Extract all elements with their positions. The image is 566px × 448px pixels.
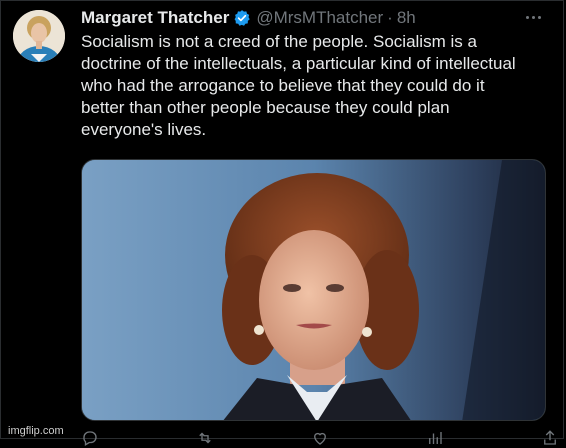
tweet-actions: [81, 428, 559, 448]
tweet-text-line: Socialism is not a creed of the people. …: [81, 32, 477, 51]
tweet-photo[interactable]: [81, 159, 546, 421]
portrait-photo: [82, 160, 545, 420]
author-name[interactable]: Margaret Thatcher: [81, 6, 229, 30]
post-time[interactable]: 8h: [397, 6, 416, 30]
author-avatar[interactable]: [13, 10, 65, 62]
verified-badge-icon: [233, 9, 251, 27]
tweet-header: Margaret Thatcher @MrsMThatcher · 8h: [81, 6, 416, 30]
retweet-icon: [199, 432, 211, 444]
reply-icon: [83, 431, 97, 446]
more-options-icon[interactable]: [522, 9, 544, 25]
tweet-text: Socialism is not a creed of the people. …: [81, 31, 559, 141]
views-icon: [429, 432, 442, 444]
tweet-text-line: everyone's lives.: [81, 120, 207, 139]
share-button[interactable]: [541, 428, 559, 448]
separator-dot: ·: [387, 8, 393, 27]
like-button[interactable]: [311, 428, 329, 448]
share-icon: [544, 430, 556, 445]
tweet-text-line: doctrine of the intellectuals, a particu…: [81, 54, 516, 73]
tweet-text-line: who had the arrogance to believe that th…: [81, 76, 485, 95]
views-button[interactable]: [426, 428, 444, 448]
avatar-portrait: [13, 10, 65, 62]
like-icon: [314, 432, 326, 445]
retweet-button[interactable]: [196, 428, 214, 448]
author-handle[interactable]: @MrsMThatcher: [256, 6, 383, 30]
tweet-text-line: better than other people because they co…: [81, 98, 450, 117]
reply-button[interactable]: [81, 428, 99, 448]
watermark-text: imgflip.com: [6, 425, 66, 437]
